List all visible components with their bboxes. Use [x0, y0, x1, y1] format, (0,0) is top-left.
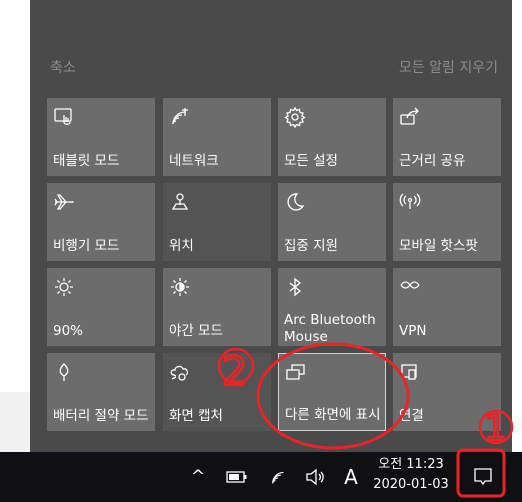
tile-label: 야간 모드: [169, 323, 223, 339]
tile-label: 태블릿 모드: [53, 153, 120, 169]
clock-time: 오전 11:23: [378, 457, 444, 472]
tile-label: 비행기 모드: [53, 238, 120, 254]
tile-label: 근거리 공유: [399, 153, 466, 169]
show-hidden-icons-chevron[interactable]: ^: [186, 452, 210, 502]
quick-action-mobile-hotspot[interactable]: 모바일 핫스팟: [393, 183, 501, 261]
tile-label: Arc Bluetooth Mouse: [284, 312, 376, 345]
settings-gear-icon: [284, 106, 308, 129]
tile-label: 모바일 핫스팟: [399, 238, 478, 254]
action-center-button[interactable]: [462, 452, 504, 502]
brightness-icon: [53, 276, 77, 298]
tile-label: 네트워크: [169, 153, 219, 169]
ime-indicator[interactable]: A: [338, 452, 364, 502]
location-icon: [169, 191, 193, 213]
quick-action-focus-assist[interactable]: 집중 지원: [278, 183, 386, 261]
airplane-icon: [53, 191, 77, 213]
connect-icon: [399, 361, 423, 383]
clear-all-notifications-link[interactable]: 모든 알림 지우기: [399, 57, 498, 77]
desktop-background-strip: [0, 392, 30, 452]
volume-icon[interactable]: [303, 452, 329, 502]
quick-action-airplane-mode[interactable]: 비행기 모드: [47, 183, 155, 261]
quick-action-project[interactable]: 다른 화면에 표시: [278, 353, 386, 431]
desktop-background-right: [512, 0, 522, 452]
quick-action-bluetooth[interactable]: Arc Bluetooth Mouse: [278, 268, 386, 346]
screen-capture-icon: [169, 361, 193, 383]
quick-action-vpn[interactable]: VPN: [393, 268, 501, 346]
quick-action-night-light[interactable]: 야간 모드: [163, 268, 271, 346]
network-icon: [169, 106, 193, 128]
quick-action-screen-capture[interactable]: 화면 캡처: [163, 353, 271, 431]
tablet-mode-icon: [53, 106, 77, 128]
tile-label: 집중 지원: [284, 238, 338, 254]
bluetooth-icon: [284, 276, 308, 298]
quick-action-network[interactable]: 네트워크: [163, 98, 271, 176]
tile-label: 다른 화면에 표시: [285, 407, 381, 423]
clock-date: 2020-01-03: [373, 477, 449, 492]
night-light-icon: [169, 276, 193, 298]
tile-label: 위치: [169, 238, 194, 254]
taskbar-clock[interactable]: 오전 11:23 2020-01-03: [366, 455, 456, 495]
desktop-background-left: [0, 0, 30, 452]
hotspot-icon: [399, 191, 423, 213]
tile-label: 모든 설정: [284, 153, 338, 169]
quick-action-brightness[interactable]: 90%: [47, 268, 155, 346]
moon-icon: [284, 191, 308, 213]
quick-action-location[interactable]: 위치: [163, 183, 271, 261]
quick-action-connect[interactable]: 연결: [393, 353, 501, 431]
quick-action-battery-saver[interactable]: 배터리 절약 모드: [47, 353, 155, 431]
quick-action-all-settings[interactable]: 모든 설정: [278, 98, 386, 176]
battery-icon[interactable]: [224, 452, 250, 502]
tile-label: VPN: [399, 323, 427, 339]
tile-label: 연결: [399, 408, 424, 424]
wifi-icon[interactable]: [266, 452, 292, 502]
vpn-icon: [399, 276, 423, 298]
project-icon: [285, 362, 309, 384]
nearby-share-icon: [399, 106, 423, 128]
tile-label: 90%: [53, 323, 84, 339]
tile-label: 배터리 절약 모드: [53, 408, 149, 424]
quick-action-nearby-share[interactable]: 근거리 공유: [393, 98, 501, 176]
collapse-link[interactable]: 축소: [50, 57, 76, 77]
tile-label: 화면 캡처: [169, 408, 223, 424]
battery-saver-icon: [53, 361, 77, 383]
quick-action-tablet-mode[interactable]: 태블릿 모드: [47, 98, 155, 176]
